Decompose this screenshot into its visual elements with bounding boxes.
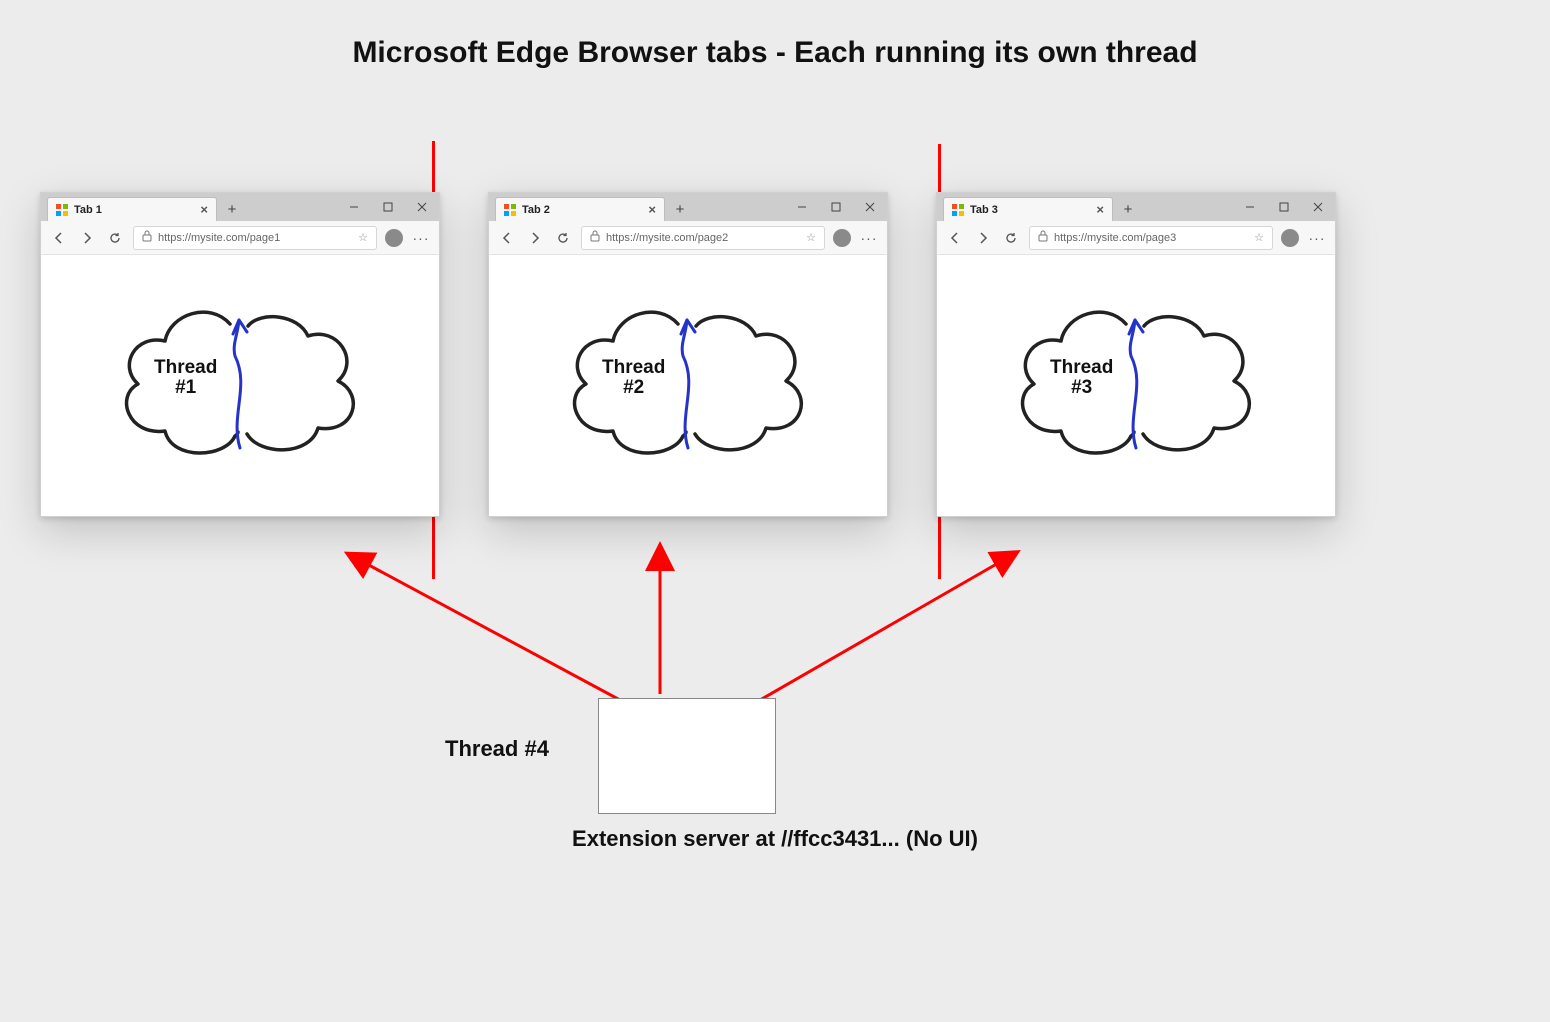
profile-avatar[interactable]	[1281, 229, 1299, 247]
refresh-button[interactable]	[105, 228, 125, 248]
thread4-label: Thread #4	[445, 736, 549, 762]
back-button[interactable]	[49, 228, 69, 248]
address-bar[interactable]: https://mysite.com/page2 ☆	[581, 226, 825, 250]
extension-caption: Extension server at //ffcc3431... (No UI…	[0, 826, 1550, 852]
favorite-star-icon[interactable]: ☆	[1254, 231, 1264, 244]
minimize-button[interactable]	[1233, 193, 1267, 221]
maximize-button[interactable]	[1267, 193, 1301, 221]
new-tab-button[interactable]: +	[1117, 200, 1139, 218]
toolbar: https://mysite.com/page2 ☆ ···	[489, 221, 887, 255]
titlebar: Tab 2 × +	[489, 193, 887, 221]
browser-window-3: Tab 3 × + https://mysite.com/page3 ☆ ···	[936, 192, 1336, 517]
more-menu-button[interactable]: ···	[859, 230, 879, 246]
arrow-to-tab1	[365, 563, 620, 700]
edge-favicon-icon	[504, 204, 516, 216]
edge-favicon-icon	[952, 204, 964, 216]
address-bar[interactable]: https://mysite.com/page3 ☆	[1029, 226, 1273, 250]
url-text: https://mysite.com/page2	[606, 232, 800, 244]
tab-close-icon[interactable]: ×	[1096, 203, 1104, 216]
maximize-button[interactable]	[819, 193, 853, 221]
tab-title: Tab 1	[74, 204, 194, 216]
minimize-button[interactable]	[785, 193, 819, 221]
minimize-button[interactable]	[337, 193, 371, 221]
lock-icon	[1038, 230, 1048, 245]
back-button[interactable]	[945, 228, 965, 248]
arrow-to-tab3	[760, 562, 1000, 700]
new-tab-button[interactable]: +	[669, 200, 691, 218]
forward-button[interactable]	[525, 228, 545, 248]
back-button[interactable]	[497, 228, 517, 248]
toolbar: https://mysite.com/page1 ☆ ···	[41, 221, 439, 255]
forward-button[interactable]	[77, 228, 97, 248]
more-menu-button[interactable]: ···	[1307, 230, 1327, 246]
page-viewport: Thread#3	[937, 255, 1335, 516]
thread-cloud-graphic: Thread#1	[110, 296, 370, 476]
window-controls	[337, 193, 439, 221]
thread-label: Thread#3	[1050, 358, 1113, 400]
thread-cloud-graphic: Thread#2	[558, 296, 818, 476]
browser-window-1: Tab 1 × + https://mysite.com/page1 ☆ ···	[40, 192, 440, 517]
forward-button[interactable]	[973, 228, 993, 248]
thread-label: Thread#2	[602, 358, 665, 400]
browser-tab[interactable]: Tab 1 ×	[47, 197, 217, 221]
address-bar[interactable]: https://mysite.com/page1 ☆	[133, 226, 377, 250]
page-viewport: Thread#1	[41, 255, 439, 516]
url-text: https://mysite.com/page1	[158, 232, 352, 244]
window-controls	[785, 193, 887, 221]
edge-favicon-icon	[56, 204, 68, 216]
new-tab-button[interactable]: +	[221, 200, 243, 218]
diagram-title: Microsoft Edge Browser tabs - Each runni…	[0, 36, 1550, 70]
browser-window-2: Tab 2 × + https://mysite.com/page2 ☆ ···	[488, 192, 888, 517]
tab-close-icon[interactable]: ×	[648, 203, 656, 216]
lock-icon	[142, 230, 152, 245]
close-button[interactable]	[853, 193, 887, 221]
lock-icon	[590, 230, 600, 245]
profile-avatar[interactable]	[385, 229, 403, 247]
window-controls	[1233, 193, 1335, 221]
thread-label: Thread#1	[154, 358, 217, 400]
profile-avatar[interactable]	[833, 229, 851, 247]
browser-tab[interactable]: Tab 2 ×	[495, 197, 665, 221]
close-button[interactable]	[1301, 193, 1335, 221]
close-button[interactable]	[405, 193, 439, 221]
titlebar: Tab 1 × +	[41, 193, 439, 221]
url-text: https://mysite.com/page3	[1054, 232, 1248, 244]
tab-title: Tab 2	[522, 204, 642, 216]
toolbar: https://mysite.com/page3 ☆ ···	[937, 221, 1335, 255]
tab-close-icon[interactable]: ×	[200, 203, 208, 216]
page-viewport: Thread#2	[489, 255, 887, 516]
favorite-star-icon[interactable]: ☆	[806, 231, 816, 244]
refresh-button[interactable]	[553, 228, 573, 248]
browser-tab[interactable]: Tab 3 ×	[943, 197, 1113, 221]
refresh-button[interactable]	[1001, 228, 1021, 248]
more-menu-button[interactable]: ···	[411, 230, 431, 246]
thread-cloud-graphic: Thread#3	[1006, 296, 1266, 476]
tab-title: Tab 3	[970, 204, 1090, 216]
maximize-button[interactable]	[371, 193, 405, 221]
favorite-star-icon[interactable]: ☆	[358, 231, 368, 244]
titlebar: Tab 3 × +	[937, 193, 1335, 221]
extension-server-box	[598, 698, 776, 814]
